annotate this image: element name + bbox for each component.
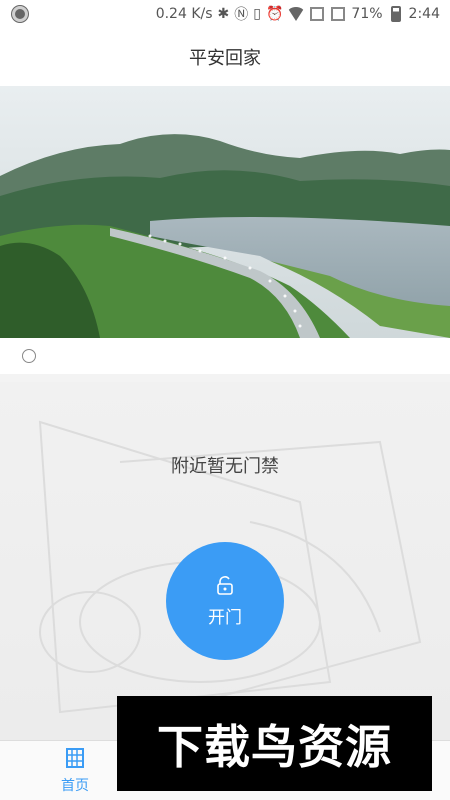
open-door-label: 开门 [208, 607, 242, 628]
building-icon [66, 748, 84, 768]
status-indicators: 0.24 K/s ✱ Ⓝ ▯ ⏰ 71% 2:44 [156, 4, 440, 24]
nav-home-label: 首页 [61, 778, 89, 794]
wifi-icon [287, 6, 306, 22]
no-access-message: 附近暂无门禁 [171, 456, 279, 477]
battery-icon [388, 6, 404, 22]
status-bar: 0.24 K/s ✱ Ⓝ ▯ ⏰ 71% 2:44 [0, 0, 450, 28]
alarm-icon: ⏰ [265, 6, 284, 22]
network-speed: 0.24 K/s [155, 6, 213, 22]
unlock-icon [217, 575, 233, 595]
watermark-text: 下载鸟资源 [157, 719, 392, 774]
record-icon [12, 6, 28, 22]
battery-percent: 71% [351, 6, 383, 22]
watermark-overlay: 下载鸟资源 [117, 696, 432, 791]
nav-item-home[interactable]: 首页 [50, 747, 100, 795]
page-title: 平安回家 [189, 48, 261, 69]
vibrate-icon: ▯ [253, 6, 261, 22]
app-header: 平安回家 [0, 28, 450, 86]
banner-indicator-bar [0, 338, 450, 374]
open-door-button[interactable]: 开门 [166, 542, 284, 660]
main-content: 附近暂无门禁 开门 [0, 382, 450, 740]
no-sim-icon [309, 6, 325, 22]
nfc-icon: Ⓝ [234, 7, 249, 23]
no-signal-icon [330, 6, 346, 22]
carousel-dot[interactable] [22, 349, 36, 363]
banner-image [0, 86, 450, 338]
banner-carousel[interactable] [0, 86, 450, 338]
bluetooth-icon: ✱ [217, 6, 230, 22]
clock: 2:44 [408, 6, 440, 22]
